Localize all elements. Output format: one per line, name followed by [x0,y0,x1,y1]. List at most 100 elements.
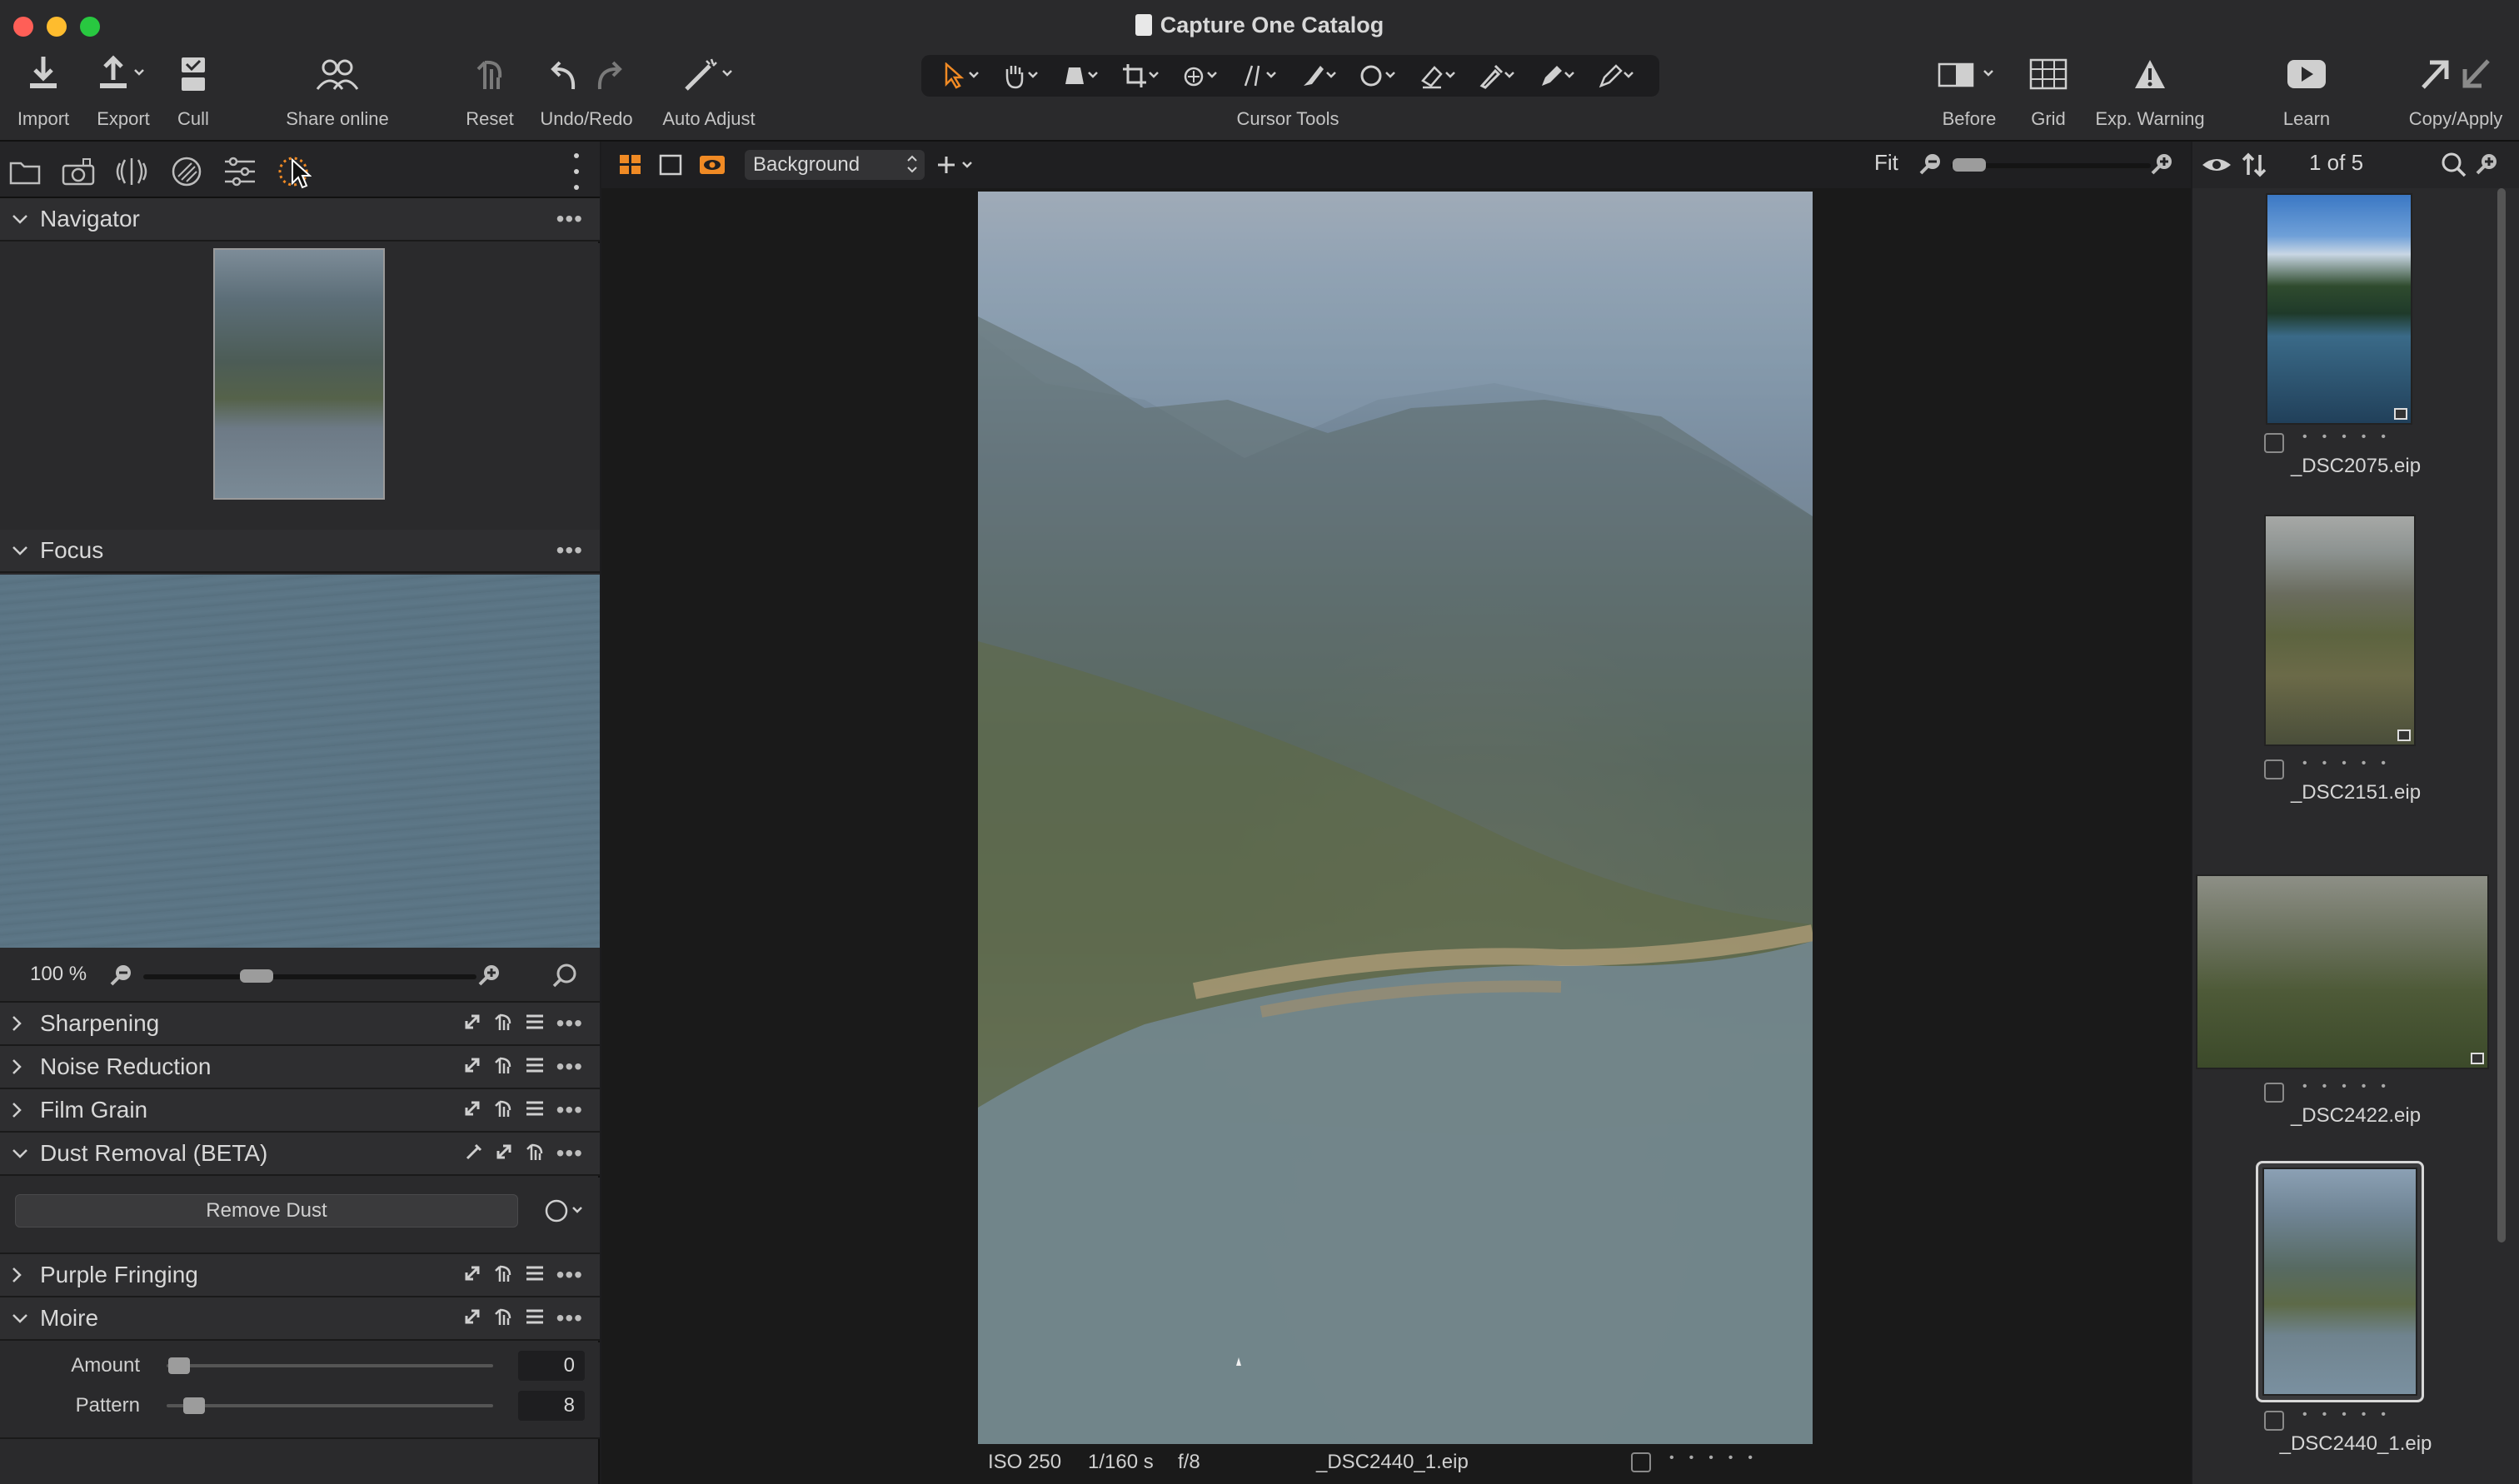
import-button[interactable]: Import [8,48,78,135]
exposure-warning-button[interactable]: Exp. Warning [2088,48,2212,135]
select-checkbox[interactable] [2264,1411,2284,1431]
fit-label[interactable]: Fit [1874,150,1898,176]
grid-button[interactable]: Grid [2014,48,2083,135]
lens-tab-icon[interactable] [113,153,150,190]
browser-item[interactable]: ••••• _DSC2151.eip [2192,513,2519,804]
main-photo-preview[interactable] [978,192,1813,1444]
reset-icon[interactable] [525,1142,545,1166]
film-grain-header[interactable]: Film Grain ••• [0,1089,600,1133]
more-options-icon[interactable]: ••• [556,1012,583,1035]
pattern-slider[interactable] [167,1404,493,1407]
auto-adjust-button[interactable]: Auto Adjust [655,48,763,135]
more-options-icon[interactable]: ••• [556,1055,583,1078]
select-cursor-tool[interactable] [943,62,983,89]
zoom-in-icon[interactable] [2476,152,2501,181]
reset-icon[interactable] [493,1263,513,1287]
star-rating[interactable]: ••••• [2302,756,2401,771]
learn-button[interactable]: Learn [2271,48,2342,135]
keystone-tool[interactable] [1062,62,1102,89]
reset-icon[interactable] [493,1055,513,1079]
eye-filter-icon[interactable] [2201,153,2232,181]
more-options-icon[interactable]: ••• [556,207,583,231]
presets-menu-icon[interactable] [525,1265,545,1286]
focus-preview[interactable] [0,575,600,948]
more-options-icon[interactable]: ••• [556,1307,583,1330]
browser-scrollbar[interactable] [2497,188,2506,1242]
purple-fringing-header[interactable]: Purple Fringing ••• [0,1254,600,1297]
select-checkbox[interactable] [1631,1452,1651,1472]
brush-tool[interactable] [1300,62,1340,89]
zoom-in-icon[interactable] [478,963,503,992]
crop-tool[interactable] [1121,62,1161,89]
focus-header[interactable]: Focus ••• [0,530,600,573]
expand-icon[interactable] [463,1307,481,1330]
pen-tool[interactable] [1598,62,1638,89]
tab-options-menu[interactable] [571,153,581,190]
browser-item-selected[interactable]: ••••• _DSC2440_1.eip [2192,1161,2519,1455]
more-options-icon[interactable]: ••• [556,1263,583,1287]
zoom-out-icon[interactable] [110,963,135,992]
presets-menu-icon[interactable] [525,1308,545,1329]
navigator-header[interactable]: Navigator ••• [0,198,600,242]
reset-button[interactable]: Reset [456,48,523,135]
pattern-value[interactable]: 8 [518,1391,585,1421]
capture-tab-camera-icon[interactable] [60,153,97,190]
expand-icon[interactable] [463,1056,481,1078]
proof-view-icon[interactable] [698,153,726,181]
zoom-out-icon[interactable] [1919,152,1944,181]
browser-item[interactable]: ••••• _DSC2075.eip [2192,188,2519,477]
expand-icon[interactable] [463,1264,481,1287]
amount-value[interactable]: 0 [518,1351,585,1381]
add-layer-icon[interactable] [935,153,978,181]
amount-slider[interactable] [167,1364,493,1367]
browser-item[interactable]: ••••• _DSC2422.eip [2192,874,2519,1127]
select-checkbox[interactable] [2264,1083,2284,1103]
navigator-thumbnail[interactable] [213,248,385,500]
presets-menu-icon[interactable] [525,1100,545,1121]
search-icon[interactable] [2441,152,2467,182]
library-tab-folder-icon[interactable] [7,153,43,190]
hand-pan-tool[interactable] [1002,62,1042,89]
moire-header[interactable]: Moire ••• [0,1297,600,1341]
pattern-slider-knob[interactable] [183,1397,205,1414]
single-view-icon[interactable] [658,153,683,181]
expand-icon[interactable] [463,1013,481,1035]
dust-removal-header[interactable]: Dust Removal (BETA) ••• [0,1133,600,1176]
before-button[interactable]: Before [1929,48,2009,135]
reset-icon[interactable] [493,1012,513,1036]
redo-icon[interactable] [593,57,623,91]
focus-zoom-slider-knob[interactable] [240,969,273,983]
remove-dust-button[interactable]: Remove Dust [15,1194,518,1228]
select-checkbox[interactable] [2264,433,2284,453]
more-options-icon[interactable]: ••• [556,539,583,562]
star-rating[interactable]: ••••• [2302,1407,2401,1422]
grid-view-icon[interactable] [618,153,643,181]
focus-zoom-slider[interactable] [143,974,476,979]
eraser-tool[interactable] [1419,62,1459,89]
circle-mask-tool[interactable] [1359,62,1399,89]
rotate-tool[interactable] [1181,62,1221,89]
more-options-icon[interactable]: ••• [556,1098,583,1122]
viewer-zoom-slider-knob[interactable] [1953,158,1986,172]
annotate-tool[interactable] [1539,62,1579,89]
expand-icon[interactable] [463,1099,481,1122]
more-options-icon[interactable]: ••• [556,1142,583,1165]
select-checkbox[interactable] [2264,759,2284,779]
noise-reduction-header[interactable]: Noise Reduction ••• [0,1046,600,1089]
expand-icon[interactable] [495,1143,513,1165]
star-rating[interactable]: ••••• [1669,1451,1768,1466]
picker-icon[interactable] [465,1143,483,1165]
presets-menu-icon[interactable] [525,1013,545,1034]
loupe-search-icon[interactable] [551,963,578,993]
adjustments-tab-sliders-icon[interactable] [222,153,258,190]
export-button[interactable]: Export [88,48,158,135]
undo-icon[interactable] [550,57,580,91]
share-online-button[interactable]: Share online [275,48,400,135]
copy-apply-button[interactable]: Copy/Apply [2399,48,2512,135]
star-rating[interactable]: ••••• [2302,1079,2401,1094]
brush-size-circle-icon[interactable] [543,1198,590,1228]
picker-tool[interactable] [1479,62,1519,89]
zoom-in-icon[interactable] [2151,152,2176,181]
sharpening-header[interactable]: Sharpening ••• [0,1003,600,1046]
amount-slider-knob[interactable] [168,1357,190,1374]
